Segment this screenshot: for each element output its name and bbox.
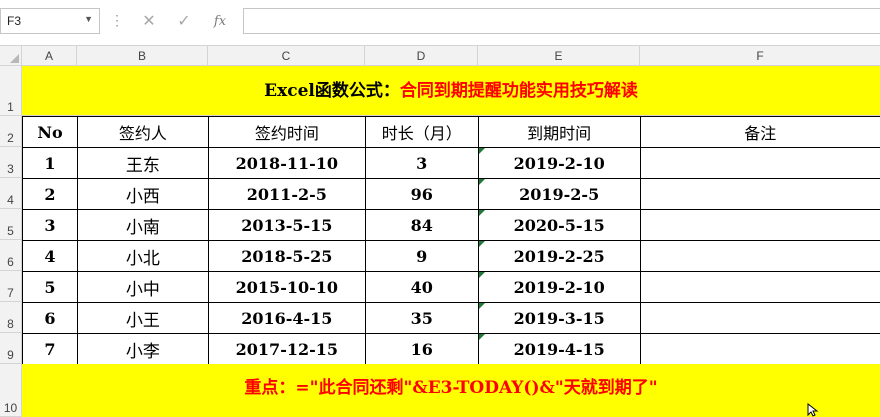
table-cell[interactable]: 2017-12-15: [207, 333, 366, 365]
column-header-d[interactable]: D: [365, 46, 478, 66]
table-cell[interactable]: 4: [22, 240, 78, 272]
insert-function-icon[interactable]: fx: [209, 10, 231, 34]
table-cell[interactable]: 84: [364, 209, 479, 241]
cancel-icon[interactable]: ✕: [138, 10, 160, 34]
select-all-button[interactable]: [0, 46, 22, 66]
table-cell[interactable]: [639, 178, 880, 210]
title-prefix: Excel函数公式：: [264, 81, 400, 101]
table-header-row: No 签约人 签约时间 时长（月） 到期时间 备注: [22, 116, 880, 148]
mouse-cursor-icon: [807, 403, 819, 417]
table-cell[interactable]: [639, 333, 880, 365]
table-row: 3 小南 2013-5-15 84 2020-5-15: [22, 209, 880, 241]
table-cell[interactable]: 2013-5-15: [207, 209, 366, 241]
column-header-b[interactable]: B: [77, 46, 208, 66]
row-header-5[interactable]: 5: [0, 209, 22, 240]
formula-input[interactable]: [243, 8, 880, 34]
table-cell[interactable]: 2019-2-5: [477, 178, 641, 210]
table-cell[interactable]: [639, 240, 880, 272]
table-row: 1 王东 2018-11-10 3 2019-2-10: [22, 147, 880, 179]
table-cell[interactable]: 小李: [76, 333, 209, 365]
table-cell[interactable]: 1: [22, 147, 78, 179]
data-table: No 签约人 签约时间 时长（月） 到期时间 备注 1 王东 2018-11-1…: [22, 116, 880, 365]
table-cell[interactable]: 2016-4-15: [207, 302, 366, 334]
row-header-10[interactable]: 10: [0, 364, 22, 417]
table-cell[interactable]: 2018-11-10: [207, 147, 366, 179]
chevron-down-icon[interactable]: ▼: [84, 14, 93, 24]
table-cell[interactable]: 2019-3-15: [477, 302, 641, 334]
table-cell[interactable]: 小中: [76, 271, 209, 303]
table-cell[interactable]: 小西: [76, 178, 209, 210]
table-cell[interactable]: 2: [22, 178, 78, 210]
name-box[interactable]: F3 ▼: [0, 8, 100, 34]
table-cell[interactable]: 9: [364, 240, 479, 272]
table-cell[interactable]: 2019-2-25: [477, 240, 641, 272]
table-cell[interactable]: 王东: [76, 147, 209, 179]
table-cell[interactable]: 2015-10-10: [207, 271, 366, 303]
table-row: 7 小李 2017-12-15 16 2019-4-15: [22, 333, 880, 365]
table-cell[interactable]: 16: [364, 333, 479, 365]
title-cell[interactable]: Excel函数公式：合同到期提醒功能实用技巧解读: [22, 66, 880, 116]
row-header-7[interactable]: 7: [0, 271, 22, 302]
column-header-e[interactable]: E: [478, 46, 640, 66]
table-cell[interactable]: 6: [22, 302, 78, 334]
header-cell-no[interactable]: No: [22, 116, 78, 148]
table-cell[interactable]: [639, 209, 880, 241]
header-cell-signer[interactable]: 签约人: [76, 116, 209, 148]
table-cell[interactable]: 2019-4-15: [477, 333, 641, 365]
row-header-8[interactable]: 8: [0, 302, 22, 333]
table-cell[interactable]: 2019-2-10: [477, 147, 641, 179]
table-cell[interactable]: [639, 302, 880, 334]
title-main: 合同到期提醒功能实用技巧解读: [399, 81, 638, 101]
column-header-f[interactable]: F: [640, 46, 880, 66]
more-options-icon[interactable]: ⋮: [110, 12, 124, 29]
table-row: 6 小王 2016-4-15 35 2019-3-15: [22, 302, 880, 334]
row-header-2[interactable]: 2: [0, 116, 22, 147]
row-header-3[interactable]: 3: [0, 147, 22, 178]
table-cell[interactable]: 96: [364, 178, 479, 210]
header-cell-duration[interactable]: 时长（月）: [364, 116, 479, 148]
table-cell[interactable]: 2019-2-10: [477, 271, 641, 303]
name-box-value: F3: [7, 14, 22, 28]
row-header-9[interactable]: 9: [0, 333, 22, 364]
enter-icon[interactable]: ✓: [173, 10, 195, 34]
table-cell[interactable]: [639, 271, 880, 303]
table-cell[interactable]: [639, 147, 880, 179]
column-header-a[interactable]: A: [22, 46, 77, 66]
table-cell[interactable]: 小北: [76, 240, 209, 272]
table-cell[interactable]: 2011-2-5: [207, 178, 366, 210]
table-cell[interactable]: 2020-5-15: [477, 209, 641, 241]
row-header-1[interactable]: 1: [0, 66, 22, 116]
header-cell-remark[interactable]: 备注: [639, 116, 880, 148]
table-cell[interactable]: 7: [22, 333, 78, 365]
table-row: 5 小中 2015-10-10 40 2019-2-10: [22, 271, 880, 303]
table-row: 4 小北 2018-5-25 9 2019-2-25: [22, 240, 880, 272]
note-formula: ="此合同还剩"&E3-TODAY()&"天就到期了": [295, 378, 658, 398]
note-cell[interactable]: 重点：="此合同还剩"&E3-TODAY()&"天就到期了": [22, 364, 880, 417]
row-header-6[interactable]: 6: [0, 240, 22, 271]
table-cell[interactable]: 2018-5-25: [207, 240, 366, 272]
table-cell[interactable]: 35: [364, 302, 479, 334]
table-cell[interactable]: 3: [364, 147, 479, 179]
table-cell[interactable]: 小王: [76, 302, 209, 334]
header-cell-sign-date[interactable]: 签约时间: [207, 116, 366, 148]
row-header-4[interactable]: 4: [0, 178, 22, 209]
header-cell-expiry[interactable]: 到期时间: [477, 116, 641, 148]
note-label: 重点：: [244, 378, 296, 398]
table-cell[interactable]: 40: [364, 271, 479, 303]
table-cell[interactable]: 3: [22, 209, 78, 241]
select-all-icon: [10, 54, 19, 63]
table-cell[interactable]: 5: [22, 271, 78, 303]
formula-bar: F3 ▼ ⋮ ✕ ✓ fx: [0, 0, 880, 46]
column-header-c[interactable]: C: [208, 46, 365, 66]
table-cell[interactable]: 小南: [76, 209, 209, 241]
table-row: 2 小西 2011-2-5 96 2019-2-5: [22, 178, 880, 210]
